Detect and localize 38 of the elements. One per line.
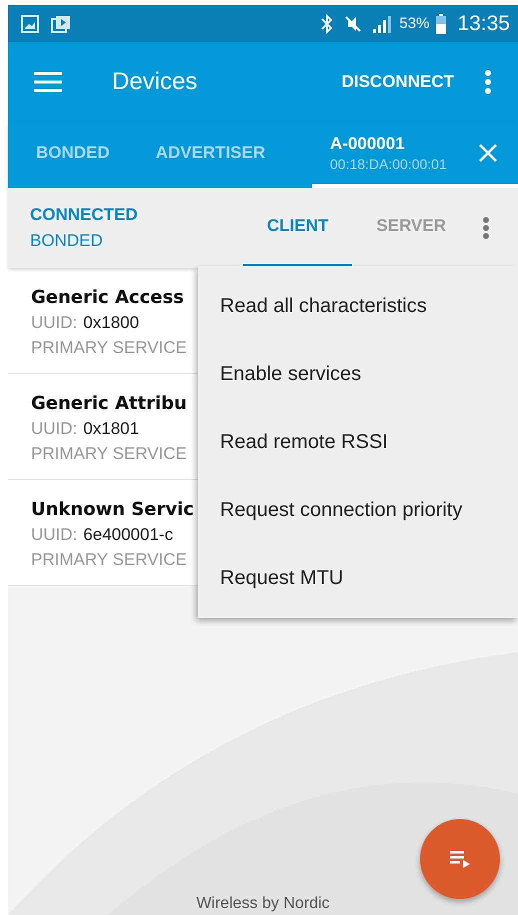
uuid-label: UUID:	[31, 419, 78, 439]
service-type: PRIMARY SERVICE	[31, 550, 187, 570]
service-name: Unknown Servic	[31, 499, 194, 520]
device-address: 00:18:DA:00:00:01	[330, 156, 447, 172]
role-tab[interactable]: SERVER	[352, 188, 470, 268]
clock: 13:35	[457, 12, 510, 36]
uuid-value: 0x1801	[83, 419, 140, 439]
uuid-value: 6e400001-c	[83, 525, 174, 545]
menu-item[interactable]: Read all characteristics	[198, 272, 518, 340]
playlist-play-icon	[450, 850, 470, 868]
menu-item[interactable]: Read remote RSSI	[198, 408, 518, 476]
service-type: PRIMARY SERVICE	[31, 338, 187, 358]
service-name: Generic Access	[31, 287, 184, 308]
footer-text: Wireless by Nordic	[196, 895, 330, 913]
app-title: Devices	[112, 68, 198, 96]
device-tab[interactable]: ADVERTISER	[128, 122, 284, 188]
menu-item[interactable]: Enable services	[198, 340, 518, 408]
close-icon[interactable]	[478, 143, 498, 163]
uuid-value: 0x1800	[83, 313, 140, 333]
battery-percent: 53%	[399, 15, 430, 32]
device-tab[interactable]: BONDED	[8, 122, 128, 188]
battery-icon	[435, 14, 448, 34]
device-name: A-000001	[330, 134, 406, 154]
signal-icon	[371, 14, 394, 34]
more-icon[interactable]	[484, 69, 492, 95]
menu-item[interactable]: Request MTU	[198, 544, 518, 612]
menu-icon[interactable]	[34, 71, 62, 93]
bluetooth-icon	[321, 14, 334, 34]
uuid-label: UUID:	[31, 313, 78, 333]
bond-state: BONDED	[30, 231, 104, 251]
uuid-label: UUID:	[31, 525, 78, 545]
service-name: Generic Attribu	[31, 393, 187, 414]
disconnect-button[interactable]: DISCONNECT	[338, 64, 458, 100]
connection-state: CONNECTED	[30, 205, 138, 225]
service-type: PRIMARY SERVICE	[31, 444, 187, 464]
image-icon	[20, 14, 40, 34]
menu-item[interactable]: Request connection priority	[198, 476, 518, 544]
more-icon[interactable]	[482, 216, 490, 240]
